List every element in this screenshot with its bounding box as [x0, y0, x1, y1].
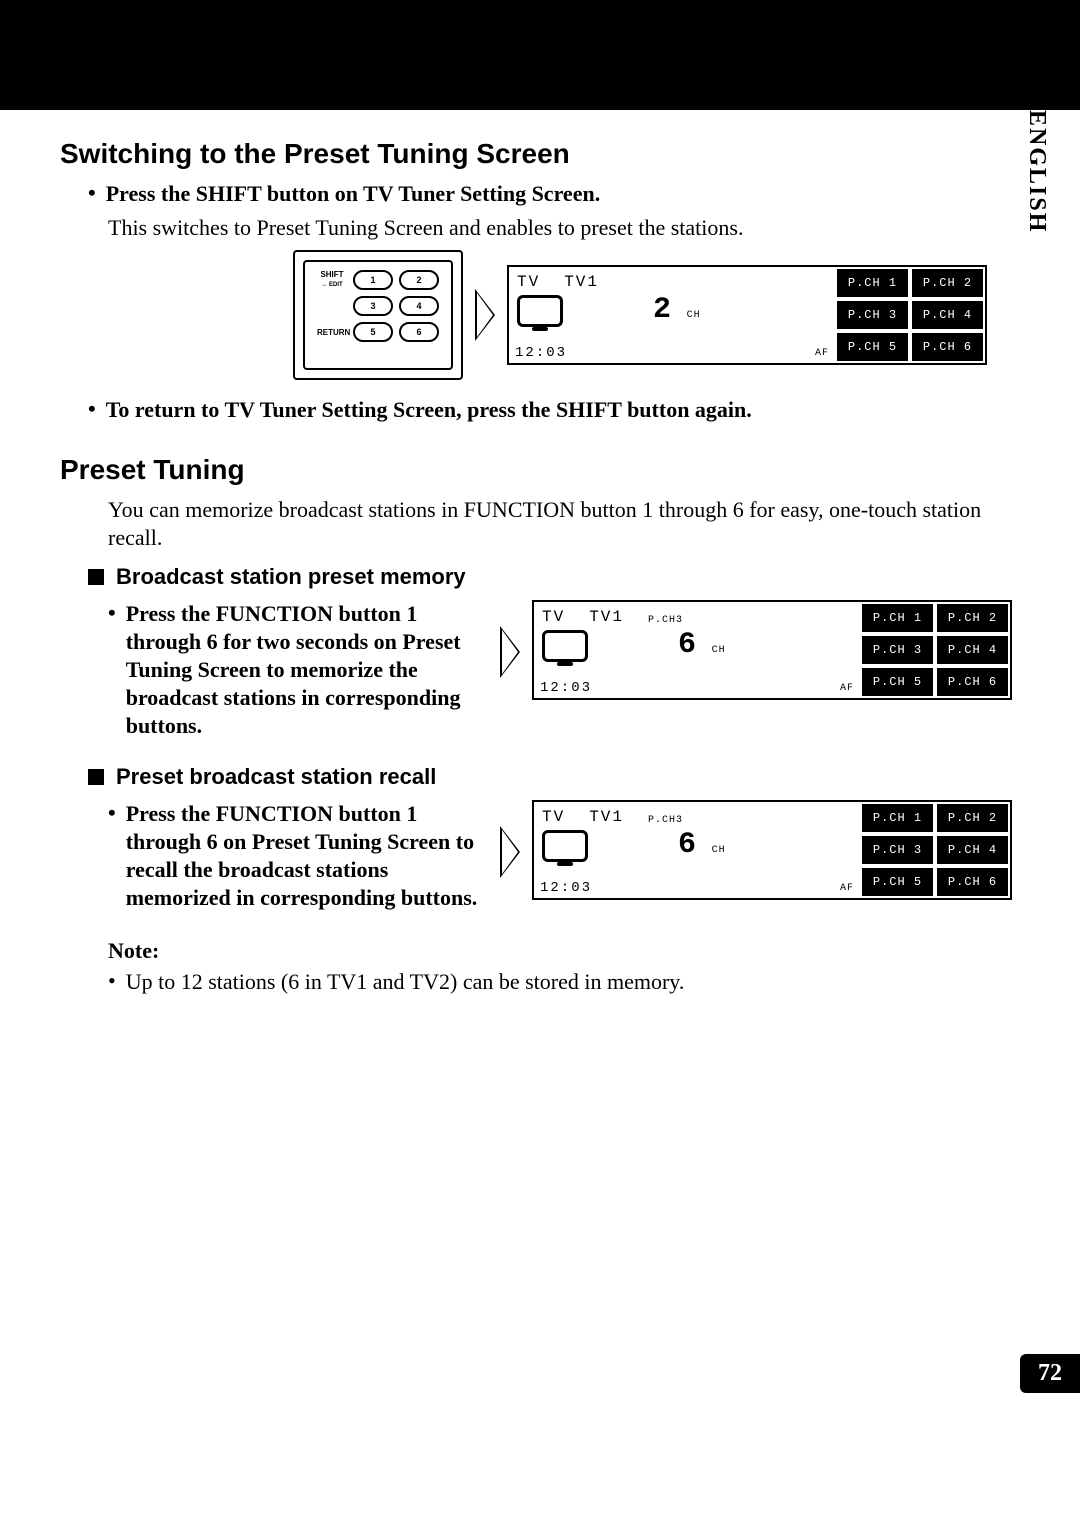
body-preset-intro: You can memorize broadcast stations in F… — [108, 496, 1020, 552]
bullet-dot-icon: • — [108, 968, 116, 996]
lcd2-tv: TV — [542, 608, 565, 626]
lcd-screen-1: TV TV1 2 CH 12:03 AF — [507, 265, 987, 365]
lcd3-pch1: P.CH 1 — [860, 802, 935, 834]
lcd3-time: 12:03 — [540, 880, 592, 896]
body-switching-desc: This switches to Preset Tuning Screen an… — [108, 214, 1020, 242]
lcd-screen-2: TV TV1 P.CH3 6 CH 12:03 AF — [532, 600, 1012, 700]
lcd3-tv1: TV1 — [589, 808, 624, 826]
remote-shift-label: SHIFT↔ EDIT — [317, 270, 347, 290]
remote-button-4: 4 — [399, 296, 439, 316]
figure-row-1: SHIFT↔ EDIT 1 2 3 4 RETURN 5 6 — [260, 250, 1020, 380]
lcd2-pch3: P.CH 3 — [860, 634, 935, 666]
lcd3-pch4: P.CH 4 — [935, 834, 1010, 866]
page: ENGLISH Switching to the Preset Tuning S… — [0, 0, 1080, 1423]
lcd3-pchsub: P.CH3 — [648, 815, 683, 826]
lcd1-time: 12:03 — [515, 345, 567, 361]
remote-button-2: 2 — [399, 270, 439, 290]
note-bullet: • Up to 12 stations (6 in TV1 and TV2) c… — [108, 968, 1020, 996]
lcd3-pch3: P.CH 3 — [860, 834, 935, 866]
square-icon — [88, 769, 104, 785]
remote-return-label: RETURN — [317, 328, 347, 337]
lcd2-pch2: P.CH 2 — [935, 602, 1010, 634]
arrow-icon — [475, 289, 495, 341]
lcd1-pch3: P.CH 3 — [835, 299, 910, 331]
lcd1-tv1: TV1 — [564, 273, 599, 291]
heading-switching: Switching to the Preset Tuning Screen — [60, 138, 1020, 170]
lcd2-pch6: P.CH 6 — [935, 666, 1010, 698]
arrow-icon — [500, 826, 520, 878]
arrow-icon — [500, 626, 520, 678]
bullet-memory: • Press the FUNCTION button 1 through 6 … — [108, 600, 480, 740]
recall-two-col: • Press the FUNCTION button 1 through 6 … — [60, 796, 1020, 918]
lcd1-pch4: P.CH 4 — [910, 299, 985, 331]
lcd-screen-3: TV TV1 P.CH3 6 CH 12:03 AF — [532, 800, 1012, 900]
memory-two-col: • Press the FUNCTION button 1 through 6 … — [60, 596, 1020, 746]
language-side-label: ENGLISH — [1023, 110, 1050, 233]
lcd1-pch6: P.CH 6 — [910, 331, 985, 363]
bullet-shift: • Press the SHIFT button on TV Tuner Set… — [88, 180, 1020, 208]
lcd3-ch-label: CH — [712, 845, 726, 856]
tv-icon — [542, 630, 588, 662]
bullet-shift-text: Press the SHIFT button on TV Tuner Setti… — [106, 180, 601, 208]
lcd2-pch1: P.CH 1 — [860, 602, 935, 634]
lcd3-af: AF — [840, 883, 854, 894]
lcd1-pch5: P.CH 5 — [835, 331, 910, 363]
subheading-recall-text: Preset broadcast station recall — [116, 764, 436, 790]
page-content: ENGLISH Switching to the Preset Tuning S… — [0, 110, 1080, 996]
top-black-bar — [0, 0, 1080, 110]
lcd2-pch5: P.CH 5 — [860, 666, 935, 698]
lcd2-pchsub: P.CH3 — [648, 615, 683, 626]
subheading-memory-text: Broadcast station preset memory — [116, 564, 466, 590]
subheading-memory: Broadcast station preset memory — [88, 564, 1020, 590]
bullet-recall-text: Press the FUNCTION button 1 through 6 on… — [126, 800, 480, 912]
bullet-dot-icon: • — [88, 180, 96, 206]
remote-button-1: 1 — [353, 270, 393, 290]
remote-button-3: 3 — [353, 296, 393, 316]
lcd1-pch1: P.CH 1 — [835, 267, 910, 299]
square-icon — [88, 569, 104, 585]
lcd2-tv1: TV1 — [589, 608, 624, 626]
lcd3-tv: TV — [542, 808, 565, 826]
remote-button-5: 5 — [353, 322, 393, 342]
lcd2-ch-num: 6 — [678, 628, 698, 662]
remote-button-6: 6 — [399, 322, 439, 342]
lcd1-tv: TV — [517, 273, 540, 291]
heading-preset: Preset Tuning — [60, 454, 1020, 486]
lcd1-ch-label: CH — [687, 310, 701, 321]
lcd1-pch2: P.CH 2 — [910, 267, 985, 299]
bullet-dot-icon: • — [88, 396, 96, 422]
note-heading: Note: — [108, 938, 1020, 964]
lcd3-ch-num: 6 — [678, 828, 698, 862]
subheading-recall: Preset broadcast station recall — [88, 764, 1020, 790]
page-number: 72 — [1020, 1354, 1080, 1393]
lcd3-pch2: P.CH 2 — [935, 802, 1010, 834]
lcd2-time: 12:03 — [540, 680, 592, 696]
bullet-dot-icon: • — [108, 600, 116, 626]
lcd1-ch-num: 2 — [653, 293, 673, 327]
note-bullet-text: Up to 12 stations (6 in TV1 and TV2) can… — [126, 968, 685, 996]
lcd2-af: AF — [840, 683, 854, 694]
lcd1-af: AF — [815, 348, 829, 359]
bullet-return: • To return to TV Tuner Setting Screen, … — [88, 396, 1020, 424]
lcd2-ch-label: CH — [712, 645, 726, 656]
tv-icon — [517, 295, 563, 327]
lcd3-pch6: P.CH 6 — [935, 866, 1010, 898]
bullet-recall: • Press the FUNCTION button 1 through 6 … — [108, 800, 480, 912]
tv-icon — [542, 830, 588, 862]
lcd3-pch5: P.CH 5 — [860, 866, 935, 898]
bullet-memory-text: Press the FUNCTION button 1 through 6 fo… — [126, 600, 480, 740]
bullet-return-text: To return to TV Tuner Setting Screen, pr… — [106, 396, 752, 424]
bullet-dot-icon: • — [108, 800, 116, 826]
remote-control-illustration: SHIFT↔ EDIT 1 2 3 4 RETURN 5 6 — [293, 250, 463, 380]
lcd2-pch4: P.CH 4 — [935, 634, 1010, 666]
